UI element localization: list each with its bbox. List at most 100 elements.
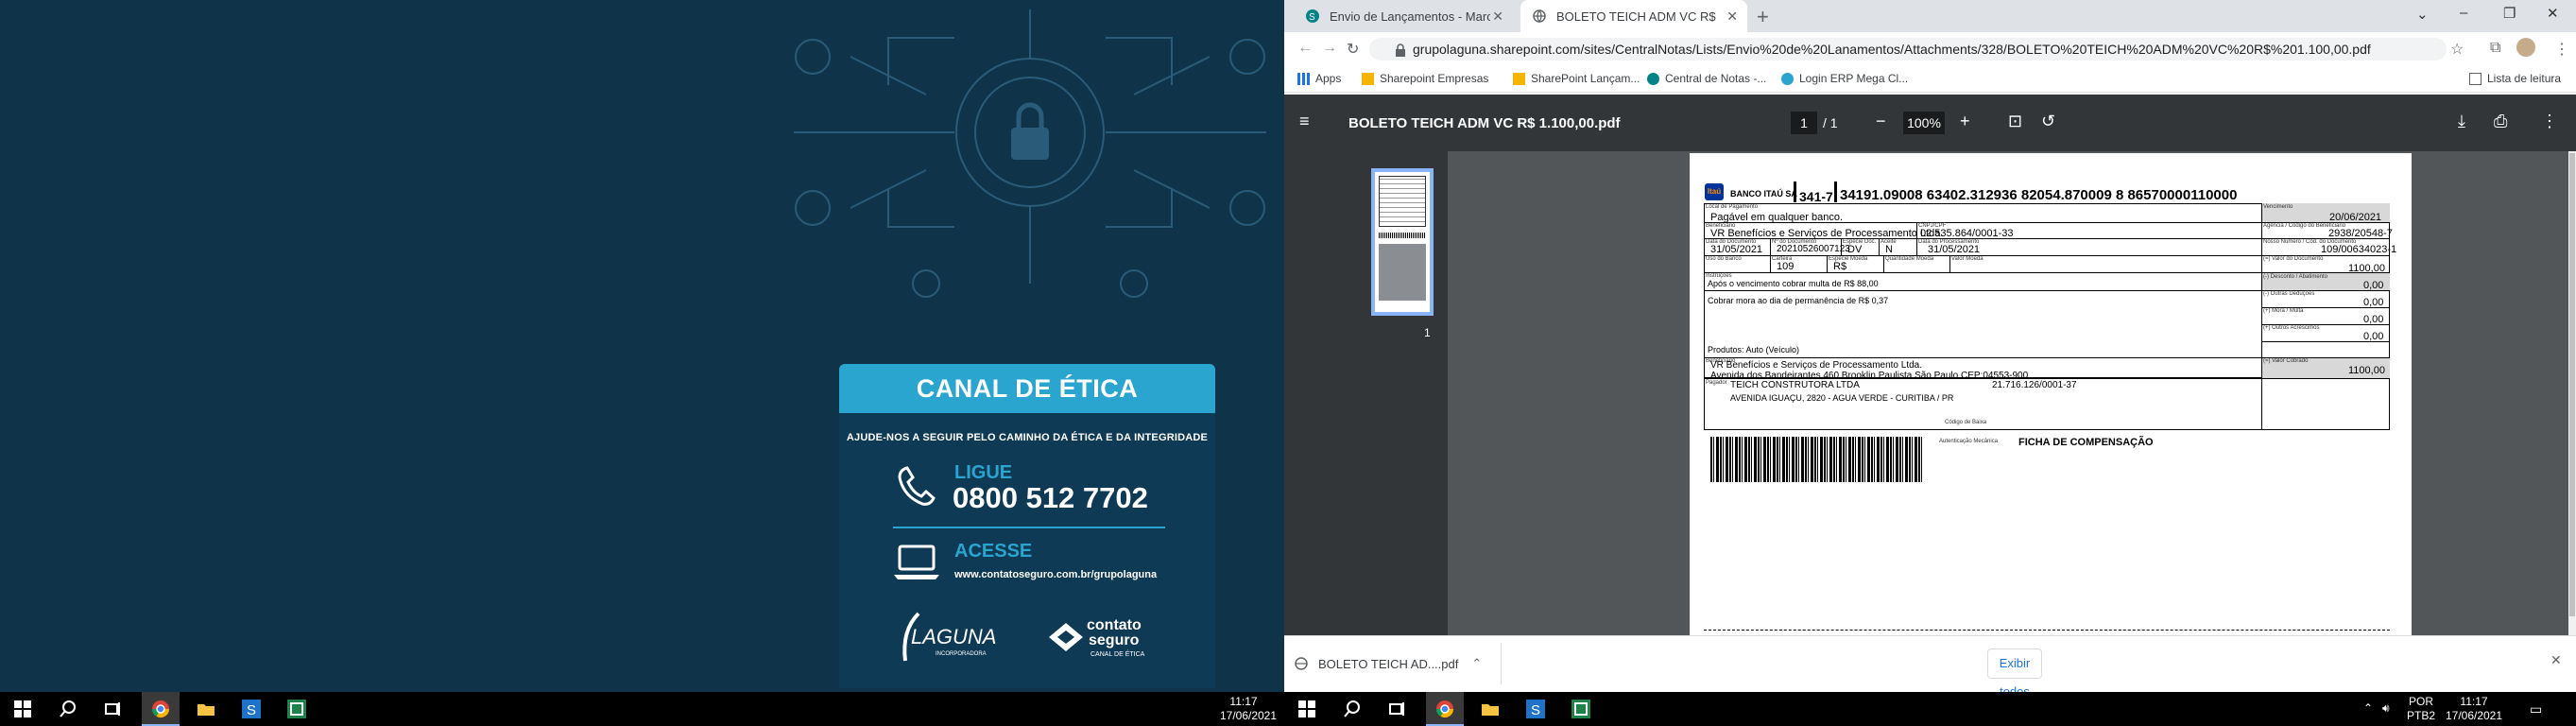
- app-green-icon[interactable]: [1571, 700, 1590, 718]
- scrollbar[interactable]: [2568, 151, 2576, 635]
- valor-documento: 1100,00: [2348, 263, 2385, 274]
- reading-list-icon: [2469, 72, 2482, 85]
- app-s-icon[interactable]: S: [1526, 700, 1545, 718]
- search-icon[interactable]: [59, 700, 77, 718]
- ficha-compensacao: FICHA DE COMPENSAÇÃO: [2018, 437, 2154, 448]
- windows-start-icon[interactable]: [1297, 700, 1316, 718]
- bookmark-label: Central de Notas -...: [1665, 72, 1767, 85]
- contato-text-2: seguro: [1089, 632, 1140, 648]
- produtos: Produtos: Auto (Veículo): [1708, 345, 1800, 354]
- chevron-up-icon[interactable]: ⌃: [2363, 701, 2373, 715]
- minimize-button[interactable]: –: [2460, 5, 2467, 21]
- page-total: / 1: [1823, 115, 1838, 130]
- bookmark-sharepoint-lancam[interactable]: SharePoint Lançam...: [1513, 72, 1640, 85]
- tab-boleto-pdf[interactable]: BOLETO TEICH ADM VC R$ 1.100,00 ✕: [1520, 0, 1747, 32]
- star-icon[interactable]: ☆: [2450, 40, 2464, 59]
- globe-icon: [1295, 657, 1308, 670]
- close-window-button[interactable]: ✕: [2547, 5, 2559, 22]
- forward-icon[interactable]: →: [1322, 40, 1337, 57]
- nosso-numero: 109/00634023-1: [2321, 244, 2397, 255]
- download-item[interactable]: BOLETO TEICH AD....pdf ⌃: [1294, 643, 1502, 684]
- thumb-barcode: [1379, 233, 1426, 238]
- instrucao-1: Após o vencimento cobrar multa de R$ 88,…: [1708, 279, 1879, 288]
- app-s-icon[interactable]: S: [242, 700, 261, 718]
- close-icon[interactable]: ✕: [1492, 9, 1503, 25]
- lock-icon[interactable]: [1395, 43, 1406, 57]
- pdf-title: BOLETO TEICH ADM VC R$ 1.100,00.pdf: [1348, 115, 1621, 131]
- close-icon[interactable]: ✕: [1726, 9, 1738, 25]
- task-view-icon[interactable]: [104, 700, 123, 718]
- file-explorer-icon[interactable]: [1481, 700, 1500, 718]
- speaker-icon[interactable]: 🔊︎: [2382, 701, 2390, 716]
- thumb-image: [1379, 244, 1426, 301]
- digitable-line: 34191.09008 63402.312936 82054.870009 8 …: [1840, 187, 2238, 203]
- laguna-subtext: INCORPORADORA: [936, 651, 987, 657]
- chevron-up-icon[interactable]: ⌃: [1471, 656, 1482, 671]
- tab-title: Envio de Lançamentos - Marcela: [1330, 9, 1490, 24]
- codigo-baixa: Código de Baixa: [1945, 420, 1987, 425]
- bookmark-sharepoint-empresas[interactable]: Sharepoint Empresas: [1362, 72, 1488, 85]
- cnpj: 02.535.864/0001-33: [1920, 228, 2014, 239]
- tab-envio-lancamentos[interactable]: S Envio de Lançamentos - Marcela ✕: [1294, 0, 1513, 32]
- restore-button[interactable]: ❐: [2503, 5, 2516, 22]
- search-icon[interactable]: [1343, 700, 1362, 718]
- show-all-button[interactable]: Exibir todos: [1987, 648, 2042, 699]
- more-icon[interactable]: ⋮: [2541, 112, 2558, 131]
- chrome-taskbar-item[interactable]: [1426, 692, 1464, 726]
- close-download-bar-icon[interactable]: ✕: [2550, 652, 2562, 668]
- reading-list[interactable]: Lista de leitura: [2469, 72, 2561, 85]
- ms-icon: [1513, 72, 1525, 85]
- bookmark-apps[interactable]: Apps: [1297, 72, 1341, 85]
- field-label: (-) Desconto / Abatimento: [2263, 274, 2328, 280]
- file-explorer-icon[interactable]: [197, 700, 215, 718]
- beneficiario-2: VR Benefícios e Serviços de Processament…: [1710, 360, 1923, 371]
- extensions-icon[interactable]: ⧉: [2490, 40, 2500, 57]
- zoom-out-icon[interactable]: −: [1876, 112, 1886, 131]
- laguna-logo: LAGUNA INCORPORADORA: [898, 612, 1002, 665]
- tab-search-icon[interactable]: ⌄: [2416, 6, 2429, 23]
- bookmark-label: Login ERP Mega Cl...: [1799, 72, 1909, 85]
- field-label: (+) Outros Acréscimos: [2263, 325, 2320, 331]
- download-icon[interactable]: ⤓: [2458, 112, 2465, 131]
- acrescimos: 0,00: [2363, 331, 2384, 342]
- windows-start-icon[interactable]: [13, 700, 32, 718]
- clock-time-right[interactable]: 11:17: [2441, 695, 2507, 708]
- divider: [893, 527, 1165, 528]
- page-number-input[interactable]: 1: [1791, 112, 1817, 134]
- scrollbar-thumb[interactable]: [2569, 153, 2575, 616]
- keyboard-layout[interactable]: PTB2: [2405, 709, 2437, 722]
- menu-icon[interactable]: ⋮: [2554, 40, 2569, 59]
- print-icon[interactable]: ⎙: [2494, 112, 2507, 131]
- zoom-in-icon[interactable]: +: [1960, 112, 1970, 131]
- avatar[interactable]: [2516, 38, 2535, 57]
- clock-date-right[interactable]: 17/06/2021: [2441, 709, 2507, 722]
- ethics-title: CANAL DE ÉTICA: [839, 364, 1215, 413]
- reading-list-label: Lista de leitura: [2487, 72, 2562, 85]
- language-code[interactable]: POR: [2405, 695, 2437, 708]
- field-label: Local de Pagamento: [1706, 204, 1759, 210]
- hamburger-menu-icon[interactable]: ≡: [1299, 112, 1310, 131]
- rotate-icon[interactable]: ↺: [2041, 112, 2055, 131]
- carteira: 109: [1777, 261, 1795, 272]
- download-file-name: BOLETO TEICH AD....pdf: [1318, 656, 1459, 671]
- page-thumbnail[interactable]: [1371, 168, 1434, 316]
- autenticacao: Autenticação Mecânica: [1939, 439, 1999, 444]
- thumb-form: [1379, 176, 1426, 227]
- data-processamento: 31/05/2021: [1928, 244, 1981, 255]
- new-tab-button[interactable]: +: [1757, 5, 1769, 29]
- especie-moeda: R$: [1833, 261, 1847, 272]
- bank-name: BANCO ITAÚ SA: [1730, 189, 1797, 199]
- notification-icon[interactable]: ▭: [2530, 701, 2542, 717]
- url-text[interactable]: grupolaguna.sharepoint.com/sites/Central…: [1413, 42, 2371, 57]
- app-green-icon[interactable]: [287, 700, 306, 718]
- bookmark-login-erp[interactable]: Login ERP Mega Cl...: [1781, 72, 1908, 85]
- field-label: (=) Valor Cobrado: [2263, 358, 2309, 364]
- task-view-icon[interactable]: [1388, 700, 1407, 718]
- zoom-input[interactable]: 100%: [1903, 112, 1945, 134]
- reload-icon[interactable]: ↻: [1347, 40, 1359, 59]
- bookmark-central-notas[interactable]: Central de Notas -...: [1647, 72, 1766, 85]
- fit-page-icon[interactable]: ⊡: [2008, 112, 2022, 131]
- back-icon[interactable]: ←: [1297, 40, 1313, 57]
- chrome-taskbar-item[interactable]: [142, 692, 180, 726]
- boleto-page: Itaú BANCO ITAÚ SA 341-7 34191.09008 634…: [1690, 153, 2412, 635]
